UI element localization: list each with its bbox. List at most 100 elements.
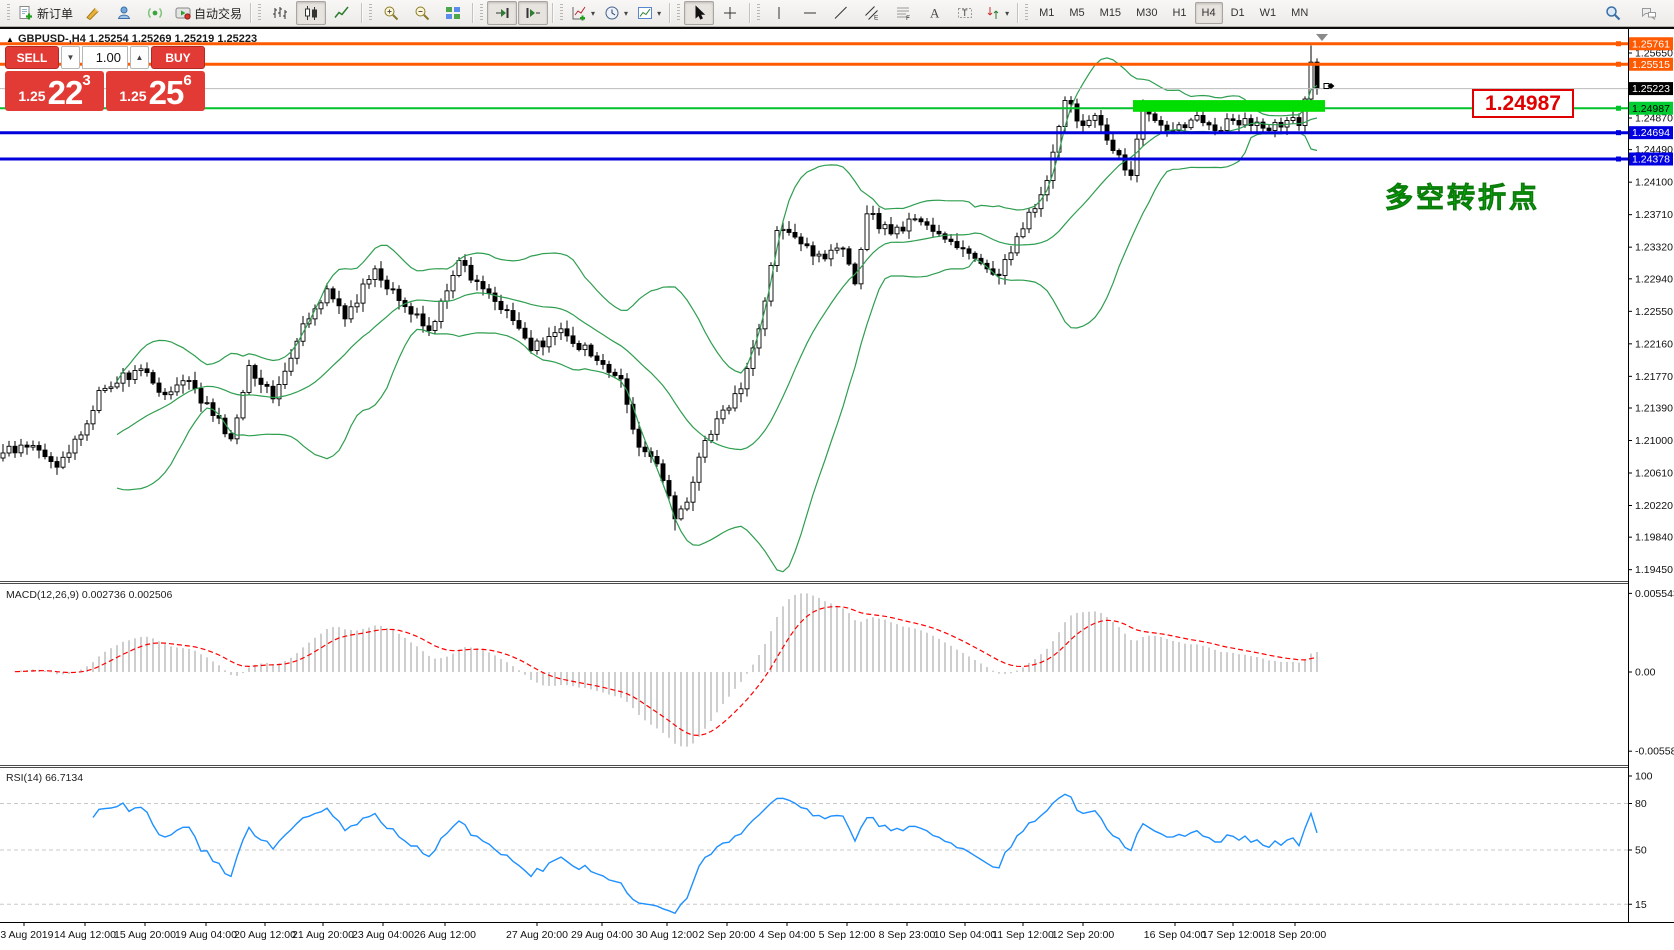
sell-price-main: 22 (48, 77, 83, 108)
volume-input[interactable]: 1.00 (82, 46, 128, 69)
chart-canvas[interactable]: 1.24987多空转折点▲GBPUSD-,H4 1.25254 1.25269 … (0, 29, 1674, 950)
toolbar-drag-handle[interactable] (7, 4, 10, 22)
tile-windows-button[interactable] (438, 1, 468, 25)
time-tick-label: 14 Aug 12:00 (54, 929, 116, 941)
crosshair-icon (722, 5, 738, 21)
buy-button[interactable]: BUY (151, 46, 205, 69)
mt4-terminal: 新订单 自动交易 ▾ ▾ ▾ EFA T ▾ M1M5M15M30H1H4D1W1MN 1.24… (0, 0, 1674, 950)
market-watch-icon (116, 5, 132, 21)
dropdown-caret-icon[interactable]: ▾ (624, 9, 628, 18)
toolbar-drag-handle[interactable] (258, 4, 261, 22)
chinese-annotation-text[interactable]: 多空转折点 (1385, 181, 1540, 213)
time-tick-label: 11 Sep 12:00 (992, 929, 1054, 941)
periods-button[interactable]: ▾ (600, 1, 632, 25)
sell-button[interactable]: SELL (5, 46, 59, 69)
text-icon: A (926, 5, 942, 21)
time-tick-label: 12 Sep 20:00 (1052, 929, 1115, 941)
timeframe-m5-button[interactable]: M5 (1062, 2, 1091, 24)
trendline-icon (833, 5, 849, 21)
equidistant-channel-button[interactable]: E (857, 1, 887, 25)
volume-increase-button[interactable]: ▲ (130, 46, 149, 69)
chat-button[interactable] (1634, 1, 1664, 25)
candlestick-chart-button[interactable] (296, 1, 326, 25)
search-button[interactable] (1598, 1, 1628, 25)
toolbar-drag-handle[interactable] (677, 4, 680, 22)
price-badge: 1.24378 (1629, 153, 1673, 166)
time-tick-label: 13 Aug 2019 (0, 929, 54, 941)
toolbar-drag-handle[interactable] (369, 4, 372, 22)
text-label-button[interactable]: T (950, 1, 980, 25)
toolbar-drag-handle[interactable] (480, 4, 483, 22)
zoom-out-button[interactable] (407, 1, 437, 25)
toolbar: 新订单 自动交易 ▾ ▾ ▾ EFA T ▾ M1M5M15M30H1H4D1W1MN (0, 0, 1674, 27)
toolbar-drag-handle[interactable] (560, 4, 563, 22)
templates-button[interactable]: ▾ (633, 1, 665, 25)
timeframe-h4-button[interactable]: H4 (1195, 2, 1223, 24)
dropdown-caret-icon[interactable]: ▾ (1005, 9, 1009, 18)
rsi-tick-label: 100 (1635, 771, 1653, 783)
time-tick-label: 30 Aug 12:00 (636, 929, 698, 941)
macd-tick-label: 0.00 (1635, 667, 1656, 679)
horizontal-line-button[interactable] (795, 1, 825, 25)
svg-text:1.25223: 1.25223 (1632, 83, 1670, 95)
auto-trading-label: 自动交易 (194, 5, 242, 22)
dropdown-caret-icon[interactable]: ▾ (591, 9, 595, 18)
cursor-button[interactable] (684, 1, 714, 25)
cursor-icon (691, 5, 707, 21)
timeframe-h1-button[interactable]: H1 (1165, 2, 1193, 24)
chat-icon (1641, 5, 1657, 21)
svg-text:1.24694: 1.24694 (1632, 127, 1670, 139)
price-tick-label: 1.21000 (1635, 435, 1673, 447)
svg-text:T: T (962, 8, 968, 18)
volume-decrease-button[interactable]: ▼ (61, 46, 80, 69)
window-collapse-icon[interactable]: ▲ (6, 35, 14, 44)
hline-icon (802, 5, 818, 21)
vertical-line-button[interactable] (764, 1, 794, 25)
svg-text:1.25515: 1.25515 (1632, 59, 1670, 71)
timeframe-mn-button[interactable]: MN (1284, 2, 1315, 24)
crosshair-button[interactable] (715, 1, 745, 25)
line-chart-icon (334, 5, 350, 21)
text-button[interactable]: A (919, 1, 949, 25)
timeframe-m15-button[interactable]: M15 (1093, 2, 1128, 24)
price-tick-label: 1.24100 (1635, 177, 1673, 189)
timeframe-m1-button[interactable]: M1 (1032, 2, 1061, 24)
rsi-tick-label: 15 (1635, 899, 1647, 911)
sell-price-pip: 3 (82, 73, 90, 89)
indicators-button[interactable]: ▾ (567, 1, 599, 25)
time-tick-label: 16 Sep 04:00 (1144, 929, 1207, 941)
dropdown-caret-icon[interactable]: ▾ (657, 9, 661, 18)
buy-price-tile[interactable]: 1.25256 (106, 71, 205, 111)
sell-price-tile[interactable]: 1.25223 (5, 71, 104, 111)
auto-scroll-button[interactable] (487, 1, 517, 25)
timeframe-d1-button[interactable]: D1 (1224, 2, 1252, 24)
price-tick-label: 1.22940 (1635, 273, 1673, 285)
price-tick-label: 1.22160 (1635, 338, 1673, 350)
autotrading-icon (175, 5, 191, 21)
price-tick-label: 1.22550 (1635, 306, 1673, 318)
fibonacci-button[interactable]: F (888, 1, 918, 25)
chart-shift-button[interactable] (518, 1, 548, 25)
new-order-icon (18, 5, 34, 21)
market-watch-button[interactable] (109, 1, 139, 25)
time-tick-label: 2 Sep 20:00 (699, 929, 756, 941)
bar-chart-button[interactable] (265, 1, 295, 25)
timeframe-m30-button[interactable]: M30 (1129, 2, 1164, 24)
time-tick-label: 26 Aug 12:00 (414, 929, 476, 941)
styles-icon (85, 5, 101, 21)
signals-button[interactable] (140, 1, 170, 25)
label-icon: T (957, 5, 973, 21)
svg-text:1.25761: 1.25761 (1632, 38, 1670, 50)
chart-styles-button[interactable] (78, 1, 108, 25)
tile-windows-icon (445, 5, 461, 21)
autoscroll-icon (494, 5, 510, 21)
toolbar-drag-handle[interactable] (757, 4, 760, 22)
auto-trading-button[interactable]: 自动交易 (171, 1, 246, 25)
timeframe-w1-button[interactable]: W1 (1253, 2, 1284, 24)
line-chart-button[interactable] (327, 1, 357, 25)
supply-zone-rectangle[interactable] (1133, 100, 1325, 112)
arrows-button[interactable]: ▾ (981, 1, 1013, 25)
zoom-in-button[interactable] (376, 1, 406, 25)
trendline-button[interactable] (826, 1, 856, 25)
new-order-button[interactable]: 新订单 (14, 1, 77, 25)
